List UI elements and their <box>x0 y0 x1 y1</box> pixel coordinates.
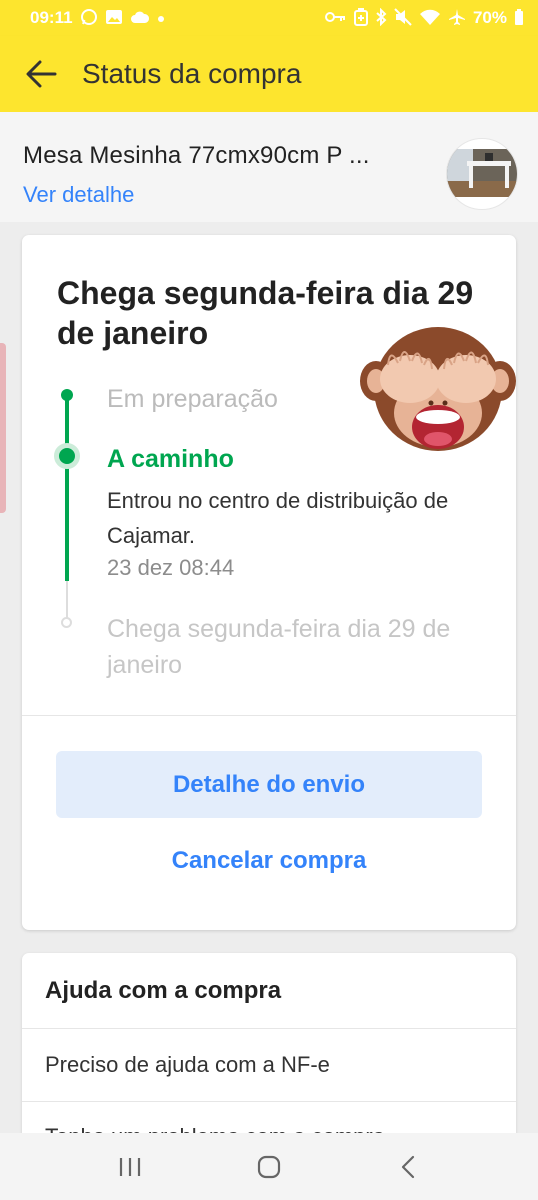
timeline-step-preparation: Em preparação <box>107 385 278 413</box>
timeline-step-description: Entrou no centro de distribuição de Caja… <box>107 488 449 548</box>
timeline-step-on-the-way: A caminho <box>107 445 234 473</box>
timeline-progress-line <box>65 393 69 581</box>
arrow-left-icon <box>26 60 57 88</box>
cloud-icon <box>130 10 150 27</box>
status-bar-right: 70% <box>324 7 524 29</box>
page-title: Status da compra <box>82 58 302 89</box>
dot-icon <box>157 11 165 26</box>
recent-apps-button[interactable] <box>100 1137 160 1197</box>
timeline-step-date: 23 dez 08:44 <box>107 555 235 580</box>
status-bar-left: 09:11 <box>30 8 165 29</box>
help-divider <box>22 1101 516 1102</box>
edge-panel-handle[interactable] <box>0 343 6 513</box>
battery-percent: 70% <box>472 8 507 27</box>
timeline-dot-done <box>61 389 73 401</box>
shipment-detail-button[interactable]: Detalhe do envio <box>56 751 482 818</box>
timeline-step-arrival: Chega segunda-feira dia 29 de janeiro <box>107 615 451 679</box>
status-bar: 09:11 70% <box>0 0 538 36</box>
product-image <box>447 149 517 197</box>
see-no-evil-monkey-sticker <box>360 327 516 451</box>
nav-back-button[interactable] <box>378 1137 438 1197</box>
system-nav-bar <box>0 1133 538 1200</box>
mute-icon <box>394 7 412 29</box>
timeline-dot-current <box>54 443 80 469</box>
bluetooth-icon <box>375 7 387 29</box>
battery-icon <box>514 8 524 29</box>
recent-apps-icon <box>119 1157 140 1176</box>
back-icon <box>402 1155 415 1178</box>
back-button[interactable] <box>0 36 82 112</box>
timeline-dot-pending <box>61 617 72 628</box>
status-time: 09:11 <box>30 8 73 27</box>
help-title: Ajuda com a compra <box>45 977 282 1004</box>
whatsapp-icon <box>80 8 98 29</box>
home-button[interactable] <box>239 1137 299 1197</box>
airplane-icon <box>448 8 466 29</box>
help-item-nfe[interactable]: Preciso de ajuda com a NF-e <box>45 1052 330 1078</box>
help-divider <box>22 1028 516 1029</box>
purchase-help-card: Ajuda com a compra Preciso de ajuda com … <box>22 953 516 1153</box>
product-thumbnail[interactable] <box>446 138 518 210</box>
product-name: Mesa Mesinha 77cmx90cm P ... <box>23 142 370 169</box>
key-icon <box>324 10 347 27</box>
app-bar: Status da compra <box>0 36 538 112</box>
product-header: Mesa Mesinha 77cmx90cm P ... Ver detalhe <box>0 112 538 222</box>
battery-saver-icon <box>353 7 368 29</box>
wifi-icon <box>419 9 441 28</box>
cancel-purchase-button[interactable]: Cancelar compra <box>56 831 482 891</box>
image-icon <box>105 9 123 28</box>
home-icon <box>257 1155 281 1178</box>
shipment-status-card: Chega segunda-feira dia 29 de janeiro Em… <box>22 235 516 930</box>
timeline-pending-line <box>66 581 68 621</box>
view-detail-link[interactable]: Ver detalhe <box>23 182 134 208</box>
card-divider <box>22 715 516 716</box>
